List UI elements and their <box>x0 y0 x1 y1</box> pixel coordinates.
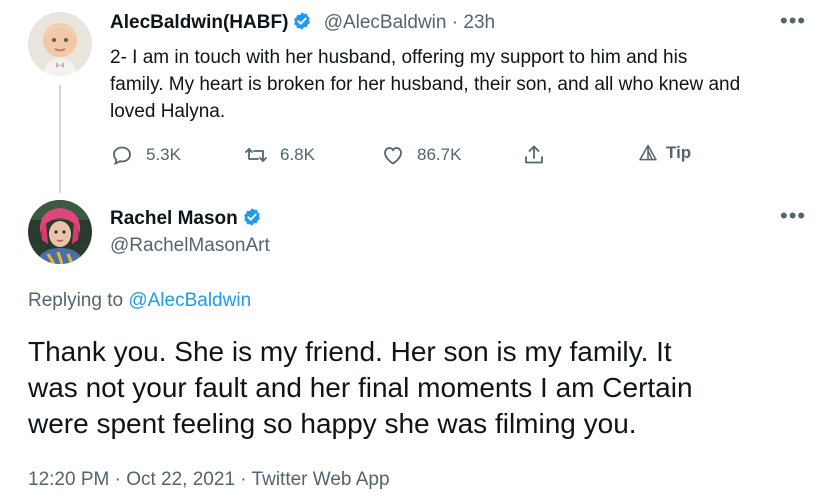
more-options-icon[interactable]: ••• <box>780 10 806 32</box>
tweet2-header: Rachel Mason <box>110 207 262 230</box>
tweet2-text: Thank you. She is my friend. Her son is … <box>28 334 693 442</box>
retweet-count: 6.8K <box>280 145 315 164</box>
tweet2-timestamp[interactable]: 12:20 PM · Oct 22, 2021 · Twitter Web Ap… <box>28 469 390 491</box>
tip-icon <box>639 144 657 161</box>
tip-button[interactable]: Tip <box>638 143 691 163</box>
avatar-rachel[interactable] <box>28 200 92 264</box>
tweet2-text-line: Thank you. She is my friend. Her son is … <box>28 336 672 367</box>
tip-label: Tip <box>666 143 692 162</box>
reply-icon <box>113 146 131 166</box>
verified-badge-icon <box>292 11 312 31</box>
tweet1-text-line: 2- I am in touch with her husband, offer… <box>110 47 688 68</box>
like-button[interactable]: 86.7K <box>381 143 461 167</box>
heart-icon <box>384 147 402 165</box>
tweet1-text-line: loved Halyna. <box>110 101 226 122</box>
tweet2-text-line: were spent feeling so happy she was film… <box>28 408 637 439</box>
replying-to: Replying to @AlecBaldwin <box>28 290 251 312</box>
reply-count: 5.3K <box>146 145 181 164</box>
tweet1-text-line: family. My heart is broken for her husba… <box>110 74 741 95</box>
tweet1-separator: · <box>451 12 459 33</box>
tweet1-header: AlecBaldwin(HABF) @AlecBaldwin · 23h <box>110 11 495 34</box>
retweet-button[interactable]: 6.8K <box>244 143 315 167</box>
share-icon <box>525 145 543 164</box>
tweet1-time[interactable]: 23h <box>463 12 495 33</box>
tweet2-text-line: was not your fault and her final moments… <box>28 372 693 403</box>
tweet2-handle[interactable]: @RachelMasonArt <box>110 235 270 257</box>
thread-connector-line <box>59 85 61 193</box>
share-button[interactable] <box>522 143 558 167</box>
tweet1-handle[interactable]: @AlecBaldwin <box>324 12 447 33</box>
tweet2-author-name[interactable]: Rachel Mason <box>110 208 238 229</box>
retweet-icon <box>245 148 267 162</box>
replying-to-handle-link[interactable]: @AlecBaldwin <box>128 290 251 311</box>
more-options-icon[interactable]: ••• <box>780 205 806 227</box>
tweet1-text: 2- I am in touch with her husband, offer… <box>110 44 740 125</box>
like-count: 86.7K <box>417 145 462 164</box>
replying-to-prefix: Replying to <box>28 290 124 311</box>
reply-button[interactable]: 5.3K <box>110 143 181 167</box>
avatar-alec[interactable] <box>28 12 92 76</box>
verified-badge-icon <box>242 207 262 227</box>
tweet1-author-name[interactable]: AlecBaldwin(HABF) <box>110 12 288 33</box>
